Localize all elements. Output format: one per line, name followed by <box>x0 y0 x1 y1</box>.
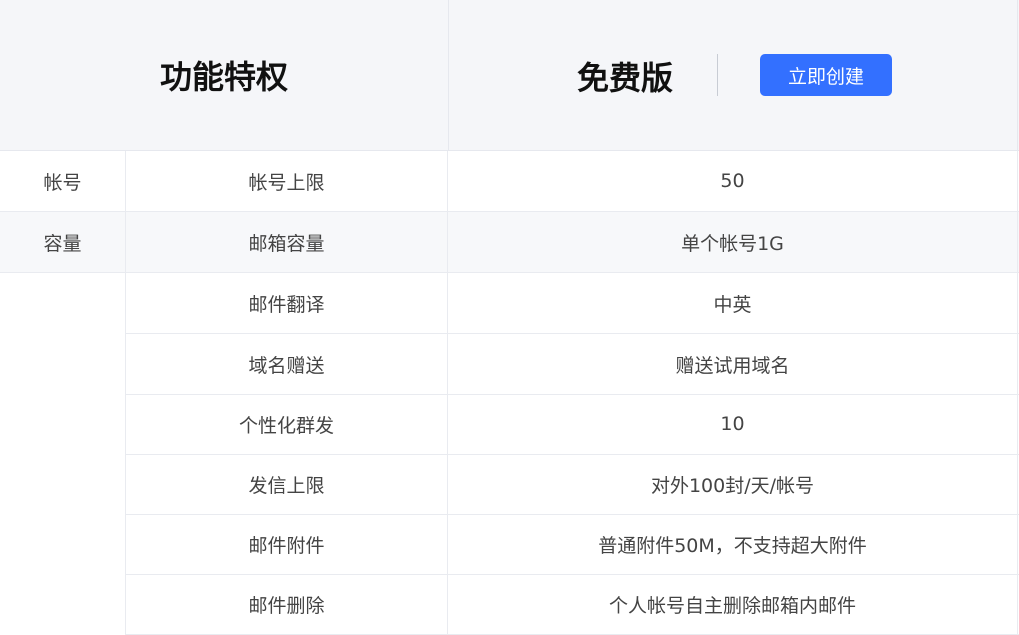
plan-name: 免费版 <box>576 59 673 97</box>
header-right-border <box>1017 0 1018 150</box>
plan-comparison-table: 功能特权 免费版 立即创建 帐号 帐号上限 50 容量 邮箱容量 单个帐号1G … <box>0 0 1019 635</box>
row-feature: 邮件附件 <box>125 514 448 574</box>
row-category: 帐号 <box>43 171 82 194</box>
row-feature: 邮箱容量 <box>125 212 448 272</box>
table-row: 帐号 帐号上限 50 <box>0 151 1019 212</box>
table-header: 功能特权 免费版 立即创建 <box>0 0 1019 151</box>
row-feature: 域名赠送 <box>125 334 448 394</box>
table-row: 域名赠送 赠送试用域名 <box>0 334 1019 395</box>
feature-column-title: 功能特权 <box>159 58 288 96</box>
table-row: 邮件附件 普通附件50M，不支持超大附件 <box>0 514 1019 575</box>
table-row: 容量 邮箱容量 单个帐号1G <box>0 212 1019 273</box>
plan-divider <box>717 54 718 96</box>
row-value: 50 <box>448 151 1018 211</box>
row-category <box>0 514 125 574</box>
header-column-divider <box>448 0 449 150</box>
row-feature: 个性化群发 <box>125 394 448 454</box>
row-feature: 邮件删除 <box>125 574 448 634</box>
create-now-button[interactable]: 立即创建 <box>760 54 892 96</box>
row-category <box>0 454 125 514</box>
table-row: 邮件删除 个人帐号自主删除邮箱内邮件 <box>0 574 1019 635</box>
row-category <box>0 334 125 394</box>
row-value: 10 <box>448 394 1018 454</box>
row-feature: 帐号上限 <box>125 151 448 211</box>
row-value: 个人帐号自主删除邮箱内邮件 <box>448 574 1018 634</box>
row-value: 中英 <box>448 273 1018 333</box>
row-value: 对外100封/天/帐号 <box>448 454 1018 514</box>
table-row: 邮件翻译 中英 <box>0 273 1019 334</box>
row-category: 容量 <box>43 232 82 255</box>
row-category <box>0 394 125 454</box>
row-category <box>0 574 125 634</box>
table-row: 个性化群发 10 <box>0 394 1019 455</box>
row-feature: 邮件翻译 <box>125 273 448 333</box>
row-value: 单个帐号1G <box>448 212 1018 272</box>
row-value: 赠送试用域名 <box>448 334 1018 394</box>
row-feature: 发信上限 <box>125 454 448 514</box>
row-category <box>0 273 125 333</box>
table-row: 发信上限 对外100封/天/帐号 <box>0 454 1019 515</box>
row-value: 普通附件50M，不支持超大附件 <box>448 514 1018 574</box>
